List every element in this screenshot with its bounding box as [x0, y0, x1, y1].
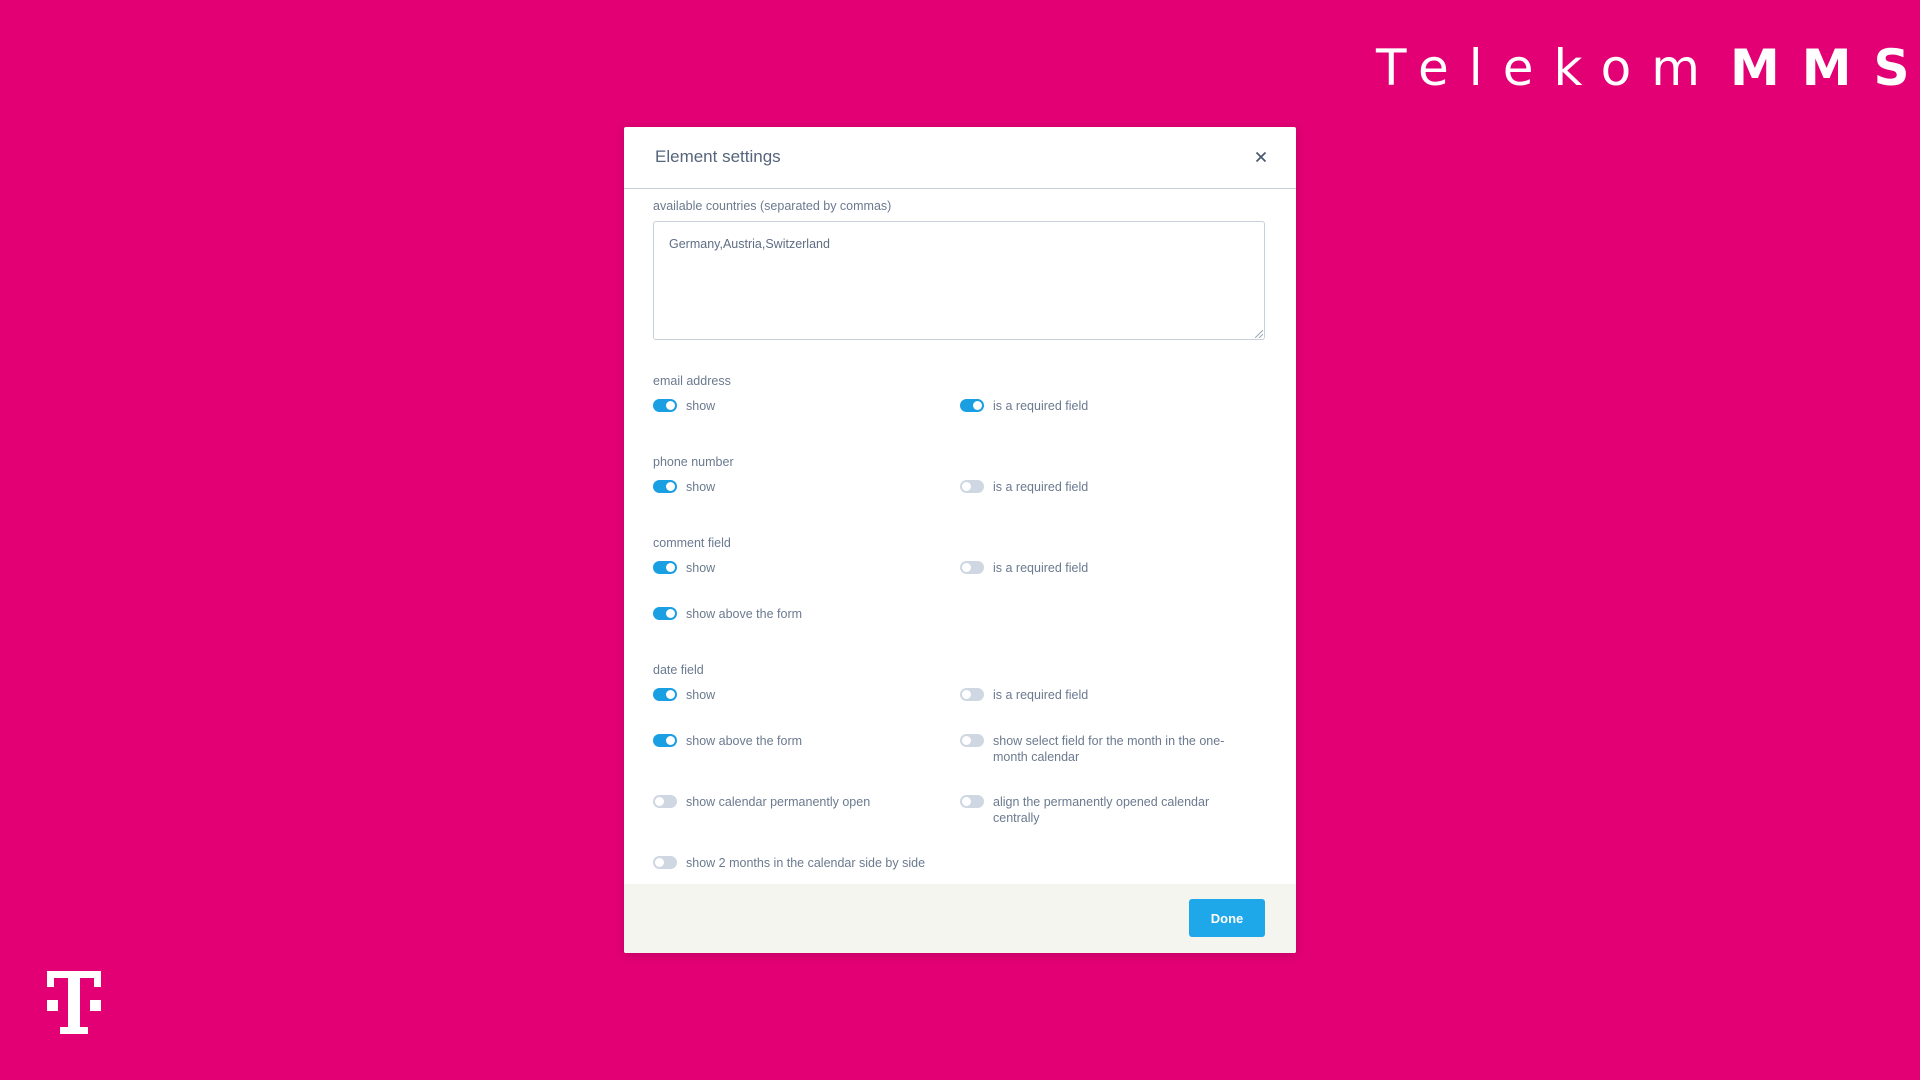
phone-show-toggle[interactable]: show: [653, 479, 715, 495]
date-calendar-center-toggle[interactable]: align the permanently opened calendar ce…: [960, 794, 1233, 826]
toggle-switch[interactable]: [653, 480, 677, 493]
email-section-label: email address: [653, 374, 731, 388]
date-month-select-toggle[interactable]: show select field for the month in the o…: [960, 733, 1233, 765]
toggle-switch[interactable]: [960, 734, 984, 747]
brand-wordmark-mms: MMS: [1729, 39, 1920, 97]
toggle-switch[interactable]: [653, 561, 677, 574]
date-two-months-toggle[interactable]: show 2 months in the calendar side by si…: [653, 855, 925, 871]
toggle-switch[interactable]: [653, 607, 677, 620]
modal-title: Element settings: [655, 147, 781, 166]
resize-handle-icon[interactable]: [1255, 330, 1263, 338]
modal-header: Element settings: [624, 127, 1296, 189]
phone-section-label: phone number: [653, 455, 734, 469]
comment-show-toggle[interactable]: show: [653, 560, 715, 576]
phone-required-toggle[interactable]: is a required field: [960, 479, 1233, 495]
toggle-switch[interactable]: [653, 856, 677, 869]
toggle-switch[interactable]: [653, 688, 677, 701]
brand-wordmark-telekom: Telekom: [1376, 39, 1720, 97]
toggle-switch[interactable]: [960, 688, 984, 701]
email-required-toggle[interactable]: is a required field: [960, 398, 1233, 414]
countries-value: Germany,Austria,Switzerland: [669, 237, 830, 251]
brand-wordmark: Telekom MMS: [1376, 40, 1920, 96]
date-required-toggle[interactable]: is a required field: [960, 687, 1233, 703]
date-show-toggle[interactable]: show: [653, 687, 715, 703]
telekom-t-logo-icon: [47, 971, 101, 1034]
countries-label: available countries (separated by commas…: [653, 199, 892, 213]
comment-section-label: comment field: [653, 536, 731, 550]
toggle-switch[interactable]: [653, 795, 677, 808]
email-show-toggle[interactable]: show: [653, 398, 715, 414]
close-icon: [1255, 151, 1267, 163]
toggle-switch[interactable]: [960, 399, 984, 412]
toggle-switch[interactable]: [653, 399, 677, 412]
toggle-switch[interactable]: [960, 561, 984, 574]
date-section-label: date field: [653, 663, 704, 677]
element-settings-modal: Element settings available countries (se…: [624, 127, 1296, 953]
comment-above-form-toggle[interactable]: show above the form: [653, 606, 802, 622]
close-button[interactable]: [1251, 147, 1271, 167]
modal-footer: Done: [624, 884, 1296, 953]
toggle-switch[interactable]: [960, 480, 984, 493]
done-button[interactable]: Done: [1189, 899, 1265, 937]
date-above-form-toggle[interactable]: show above the form: [653, 733, 802, 749]
date-calendar-open-toggle[interactable]: show calendar permanently open: [653, 794, 870, 810]
toggle-switch[interactable]: [960, 795, 984, 808]
comment-required-toggle[interactable]: is a required field: [960, 560, 1233, 576]
toggle-switch[interactable]: [653, 734, 677, 747]
